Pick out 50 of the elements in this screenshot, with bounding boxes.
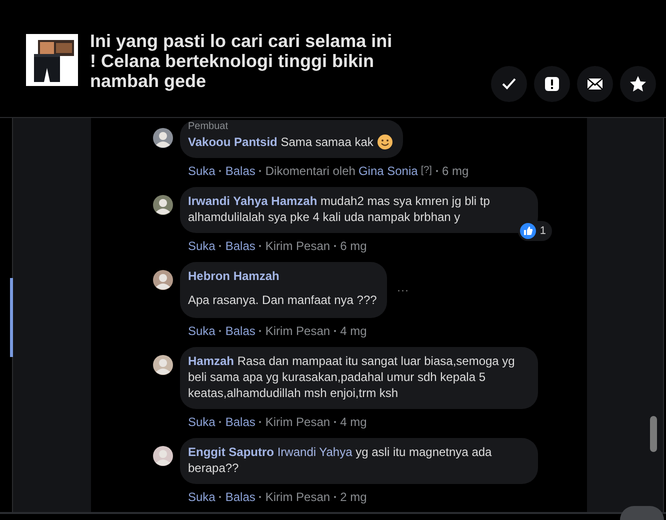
- commenter-name[interactable]: Irwandi Yahya Hamzah: [188, 194, 318, 208]
- author-label: Pembuat: [188, 122, 230, 132]
- like-icon: [520, 223, 536, 239]
- comment-text: Vakoou Pantsid Sama samaa kak: [188, 134, 394, 150]
- avatar[interactable]: [153, 355, 173, 375]
- help-link[interactable]: [?]: [420, 163, 432, 179]
- action-link[interactable]: Suka: [188, 414, 216, 430]
- action-link[interactable]: Balas: [225, 238, 256, 254]
- avatar[interactable]: [153, 128, 173, 148]
- commenter-name[interactable]: Hamzah: [188, 354, 234, 368]
- mail-button[interactable]: [577, 66, 613, 102]
- action-link[interactable]: Suka: [188, 323, 216, 339]
- meta-text: Kirim Pesan: [265, 323, 330, 339]
- meta-text: 4 mg: [340, 414, 367, 430]
- action-link[interactable]: Balas: [225, 323, 256, 339]
- meta-text: Dikomentari oleh: [265, 163, 356, 179]
- avatar[interactable]: [153, 446, 173, 466]
- check-button[interactable]: [491, 66, 527, 102]
- meta-text: Kirim Pesan: [265, 414, 330, 430]
- action-link[interactable]: Balas: [225, 163, 256, 179]
- meta-text: Kirim Pesan: [265, 489, 330, 505]
- comment-text: Hamzah Rasa dan mampaat itu sangat luar biasa,semoga yg beli sama apa yg kurasakan,padahal umur sdh kepala 5 keatas,alhamdudillah msh enjoi,trm ksh: [188, 353, 516, 401]
- meta-text: Kirim Pesan: [265, 238, 330, 254]
- star-icon: [628, 74, 648, 94]
- meta-text: 4 mg: [340, 323, 367, 339]
- meta-text: 2 mg: [340, 489, 367, 505]
- action-link[interactable]: Suka: [188, 238, 216, 254]
- comment-text: Irwandi Yahya Hamzah mudah2 mas sya kmren jg bli tp alhamdulilalah sya pke 4 kali uda nampak brbhan y: [188, 193, 491, 225]
- report-button[interactable]: [534, 66, 570, 102]
- avatar[interactable]: [153, 270, 173, 290]
- action-link[interactable]: Suka: [188, 163, 216, 179]
- scrollbar-thumb[interactable]: [650, 416, 657, 452]
- commenter-name[interactable]: Vakoou Pantsid: [188, 135, 278, 149]
- reaction-count[interactable]: 1: [518, 221, 552, 241]
- meta-text: 6 mg: [340, 238, 367, 254]
- star-button[interactable]: [620, 66, 656, 102]
- more-options-button[interactable]: ···: [396, 283, 409, 297]
- action-link[interactable]: Balas: [225, 489, 256, 505]
- commenter-name[interactable]: Enggit Saputro: [188, 445, 274, 459]
- post-title: Ini yang pasti lo cari cari selama ini ! Celana berteknologi tinggi bikin nambah gede: [90, 31, 394, 91]
- action-link[interactable]: Suka: [188, 489, 216, 505]
- action-link[interactable]: Balas: [225, 414, 256, 430]
- user-link[interactable]: Gina Sonia: [358, 163, 418, 179]
- meta-text: 6 mg: [442, 163, 469, 179]
- mention-link[interactable]: Irwandi Yahya: [277, 445, 352, 459]
- avatar[interactable]: [153, 195, 173, 215]
- comment-text: Apa rasanya. Dan manfaat nya ???: [188, 292, 377, 308]
- report-icon: [542, 74, 562, 94]
- commenter-name[interactable]: Hebron Hamzah: [188, 268, 377, 284]
- comment-text: Enggit Saputro Irwandi Yahya yg asli itu magnetnya ada berapa??: [188, 444, 493, 476]
